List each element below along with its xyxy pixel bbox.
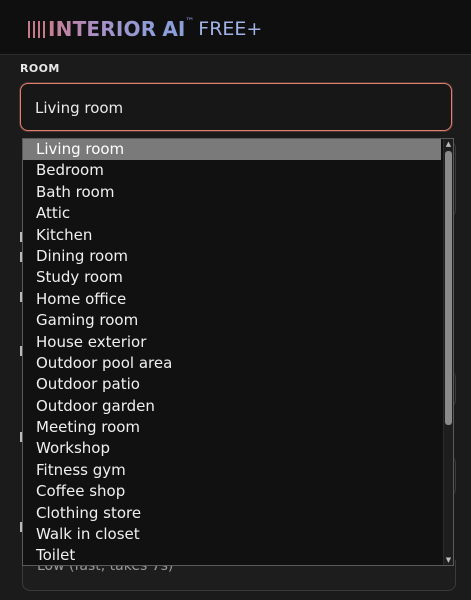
room-option[interactable]: Home office	[23, 289, 441, 310]
room-option[interactable]: Attic	[23, 203, 441, 224]
room-option[interactable]: House exterior	[23, 332, 441, 353]
room-option[interactable]: Clothing store	[23, 503, 441, 524]
room-option[interactable]: Dining room	[23, 246, 441, 267]
dropdown-scrollbar[interactable]: ▲ ▼	[443, 139, 453, 565]
room-option[interactable]: Coffee shop	[23, 481, 441, 502]
app-window: INTERIOR AI ™ FREE+ ROOM Living room Low…	[0, 0, 471, 600]
room-option[interactable]: Workshop	[23, 438, 441, 459]
room-dropdown-list[interactable]: Living room Bedroom Bath room Attic Kitchen D…	[22, 138, 454, 566]
logo-trademark: ™	[185, 17, 195, 27]
room-option[interactable]: Meeting room	[23, 417, 441, 438]
room-option[interactable]: Kitchen	[23, 225, 441, 246]
room-option[interactable]: Outdoor patio	[23, 374, 441, 395]
interior-ai-logo[interactable]: INTERIOR AI ™ FREE+	[28, 16, 262, 42]
room-label: ROOM	[20, 62, 60, 75]
room-option[interactable]: Fitness gym	[23, 460, 441, 481]
room-option[interactable]: Living room	[23, 139, 441, 161]
room-select[interactable]: Living room	[20, 83, 452, 131]
room-options: Living room Bedroom Bath room Attic Kitchen D…	[23, 139, 453, 565]
app-header: INTERIOR AI ™ FREE+	[0, 0, 471, 55]
room-select-value: Living room	[35, 99, 124, 117]
logo-bars-icon	[28, 20, 45, 38]
room-option[interactable]: Outdoor pool area	[23, 353, 441, 374]
room-option[interactable]: Gaming room	[23, 310, 441, 331]
logo-ai: AI	[162, 17, 186, 41]
chevron-up-icon[interactable]: ▲	[444, 139, 453, 149]
scrollbar-thumb[interactable]	[445, 151, 452, 425]
room-option[interactable]: Toilet	[23, 545, 441, 565]
logo-tier: FREE+	[198, 18, 263, 40]
room-option[interactable]: Bedroom	[23, 160, 441, 181]
chevron-down-icon[interactable]: ▼	[444, 555, 453, 565]
logo-brand: INTERIOR	[48, 17, 157, 41]
room-option[interactable]: Study room	[23, 267, 441, 288]
room-option[interactable]: Walk in closet	[23, 524, 441, 545]
room-option[interactable]: Bath room	[23, 182, 441, 203]
room-option[interactable]: Outdoor garden	[23, 396, 441, 417]
